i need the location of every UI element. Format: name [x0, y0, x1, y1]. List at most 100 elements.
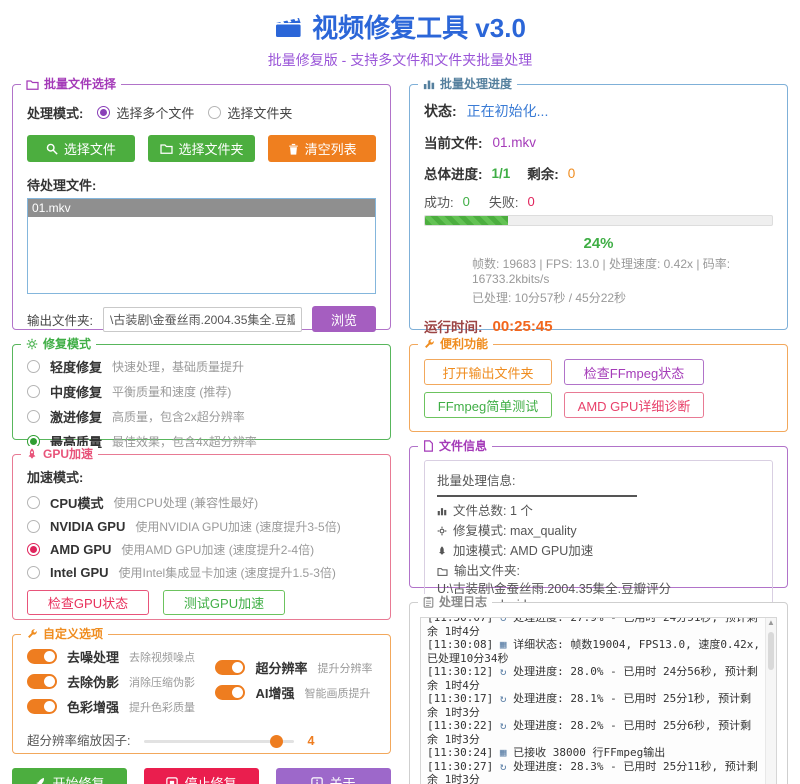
toggle-denoise[interactable]: 去噪处理 去除视频噪点	[27, 647, 215, 666]
radio-aggressive[interactable]	[27, 410, 40, 423]
file-info-output-label: 输出文件夹:	[454, 561, 520, 581]
test-ffmpeg-button[interactable]: FFmpeg简单测试	[424, 392, 552, 418]
success-value: 0	[463, 194, 470, 209]
app-title: 视频修复工具 v3.0	[312, 8, 526, 45]
radio-multi-files-circle[interactable]	[97, 106, 110, 119]
toggle-color[interactable]: 色彩增强 提升色彩质量	[27, 697, 215, 716]
select-files-label: 选择文件	[64, 139, 116, 158]
accel-mode-label: 加速模式:	[27, 467, 376, 486]
toggle-deartifact-switch[interactable]	[27, 674, 57, 689]
scale-factor-value: 4	[307, 734, 314, 748]
group-repair-mode: 修复模式 轻度修复 快速处理，基础质量提升 中度修复 平衡质量和速度 (推荐) …	[12, 344, 391, 440]
gpu-option-cpu[interactable]: CPU模式 使用CPU处理 (兼容性最好)	[27, 493, 376, 512]
mode-label: 处理模式:	[27, 103, 83, 122]
radio-folder-label[interactable]: 选择文件夹	[227, 103, 292, 122]
repair-option-light[interactable]: 轻度修复 快速处理，基础质量提升	[27, 357, 376, 376]
radio-folder-circle[interactable]	[208, 106, 221, 119]
remaining-value: 0	[568, 166, 576, 181]
gpu-option-amd[interactable]: AMD GPU 使用AMD GPU加速 (速度提升2-4倍)	[27, 541, 376, 558]
group-log: 处理日志 [11:30:07] ↻ 处理进度: 27.9% - 已用时 24分5…	[409, 602, 788, 784]
repair-option-medium[interactable]: 中度修复 平衡质量和速度 (推荐)	[27, 382, 376, 401]
radio-amd[interactable]	[27, 543, 40, 556]
open-output-button[interactable]: 打开输出文件夹	[424, 359, 552, 385]
rocket-icon	[26, 448, 38, 460]
browse-button[interactable]: 浏览	[312, 306, 376, 332]
stop-repair-button[interactable]: 停止修复	[144, 768, 259, 784]
toggle-ai-switch[interactable]	[215, 685, 245, 700]
folder-icon	[160, 143, 173, 154]
toggle-deartifact[interactable]: 去除伪影 消除压缩伪影	[27, 672, 215, 691]
group-gpu: GPU加速 加速模式: CPU模式 使用CPU处理 (兼容性最好) NVIDIA…	[12, 454, 391, 620]
slider-handle[interactable]	[270, 735, 283, 748]
toggle-denoise-switch[interactable]	[27, 649, 57, 664]
gpu-option-intel[interactable]: Intel GPU 使用Intel集成显卡加速 (速度提升1.5-3倍)	[27, 564, 376, 581]
document-icon	[423, 440, 434, 452]
select-folder-button[interactable]: 选择文件夹	[148, 135, 256, 162]
toggle-color-switch[interactable]	[27, 699, 57, 714]
fail-value: 0	[527, 194, 534, 209]
group-file-select-title: 批量文件选择	[21, 76, 121, 92]
overall-progress-label: 总体进度:	[424, 163, 483, 183]
group-log-label: 处理日志	[439, 594, 487, 610]
radio-cpu[interactable]	[27, 496, 40, 509]
gpu-option-cpu-name[interactable]: CPU模式	[50, 493, 103, 512]
gpu-option-cpu-desc: 使用CPU处理 (兼容性最好)	[113, 494, 258, 511]
radio-folder[interactable]: 选择文件夹	[208, 103, 292, 122]
log-line: [11:30:08] ▦ 详细状态: 帧数19004, FPS13.0, 速度0…	[427, 638, 762, 665]
radio-medium[interactable]	[27, 385, 40, 398]
amd-diagnose-button[interactable]: AMD GPU详细诊断	[564, 392, 704, 418]
runtime-value: 00:25:45	[493, 318, 553, 335]
pending-files-label: 待处理文件:	[27, 175, 376, 194]
start-repair-button[interactable]: 开始修复	[12, 768, 127, 784]
rocket-icon	[34, 777, 46, 784]
gpu-option-amd-desc: 使用AMD GPU加速 (速度提升2-4倍)	[121, 541, 314, 558]
log-scrollbar-thumb[interactable]	[768, 632, 774, 670]
repair-option-aggressive-name[interactable]: 激进修复	[50, 407, 102, 426]
radio-nvidia[interactable]	[27, 520, 40, 533]
group-file-info-title: 文件信息	[418, 438, 492, 454]
log-line: [11:30:17] ↻ 处理进度: 28.1% - 已用时 25分1秒, 预计…	[427, 692, 762, 719]
select-files-button[interactable]: 选择文件	[27, 135, 135, 162]
gpu-option-nvidia-name[interactable]: NVIDIA GPU	[50, 519, 125, 534]
repair-option-max-desc: 最佳效果，包含4x超分辨率	[112, 433, 257, 450]
group-custom-options-label: 自定义选项	[43, 626, 103, 642]
gear-icon	[26, 338, 38, 350]
log-scrollbar[interactable]: ▲	[765, 618, 776, 784]
current-file-label: 当前文件:	[424, 132, 483, 152]
fail-label: 失败:	[489, 192, 519, 211]
repair-option-light-name[interactable]: 轻度修复	[50, 357, 102, 376]
scale-factor-slider[interactable]	[144, 740, 294, 743]
toggle-ai[interactable]: AI增强 智能画质提升	[215, 683, 376, 702]
toggle-superres[interactable]: 超分辨率 提升分辨率	[215, 658, 376, 677]
group-progress-title: 批量处理进度	[418, 76, 517, 92]
gpu-option-amd-name[interactable]: AMD GPU	[50, 542, 111, 557]
repair-option-medium-name[interactable]: 中度修复	[50, 382, 102, 401]
radio-intel[interactable]	[27, 566, 40, 579]
gpu-option-nvidia[interactable]: NVIDIA GPU 使用NVIDIA GPU加速 (速度提升3-5倍)	[27, 518, 376, 535]
file-info-heading: 批量处理信息:	[437, 471, 760, 491]
check-gpu-button[interactable]: 检查GPU状态	[27, 590, 149, 615]
toggle-color-desc: 提升色彩质量	[129, 699, 195, 715]
radio-multi-files-label[interactable]: 选择多个文件	[116, 103, 194, 122]
about-button[interactable]: 关于	[276, 768, 391, 784]
output-folder-input[interactable]	[103, 307, 302, 332]
pending-files-list[interactable]: 01.mkv	[27, 198, 376, 294]
gpu-option-intel-name[interactable]: Intel GPU	[50, 565, 109, 580]
repair-option-aggressive[interactable]: 激进修复 高质量，包含2x超分辨率	[27, 407, 376, 426]
toggle-superres-desc: 提升分辨率	[317, 660, 372, 676]
group-tools: 便利功能 打开输出文件夹 检查FFmpeg状态 FFmpeg简单测试 AMD G…	[409, 344, 788, 432]
radio-multi-files[interactable]: 选择多个文件	[97, 103, 194, 122]
radio-light[interactable]	[27, 360, 40, 373]
clear-list-button[interactable]: 清空列表	[268, 135, 376, 162]
progress-bar	[424, 215, 773, 226]
log-line: [11:30:24] ▦ 已接收 38000 行FFmpeg输出	[427, 746, 762, 760]
toggle-superres-switch[interactable]	[215, 660, 245, 675]
overall-progress-value: 1/1	[492, 166, 511, 181]
group-file-info-label: 文件信息	[439, 438, 487, 454]
current-file-value: 01.mkv	[493, 135, 537, 150]
file-list-item[interactable]: 01.mkv	[28, 199, 375, 217]
check-ffmpeg-button[interactable]: 检查FFmpeg状态	[564, 359, 704, 385]
log-output[interactable]: [11:30:07] ↻ 处理进度: 27.9% - 已用时 24分51秒, 预…	[420, 617, 777, 784]
clear-list-label: 清空列表	[305, 139, 357, 158]
test-gpu-button[interactable]: 测试GPU加速	[163, 590, 285, 615]
